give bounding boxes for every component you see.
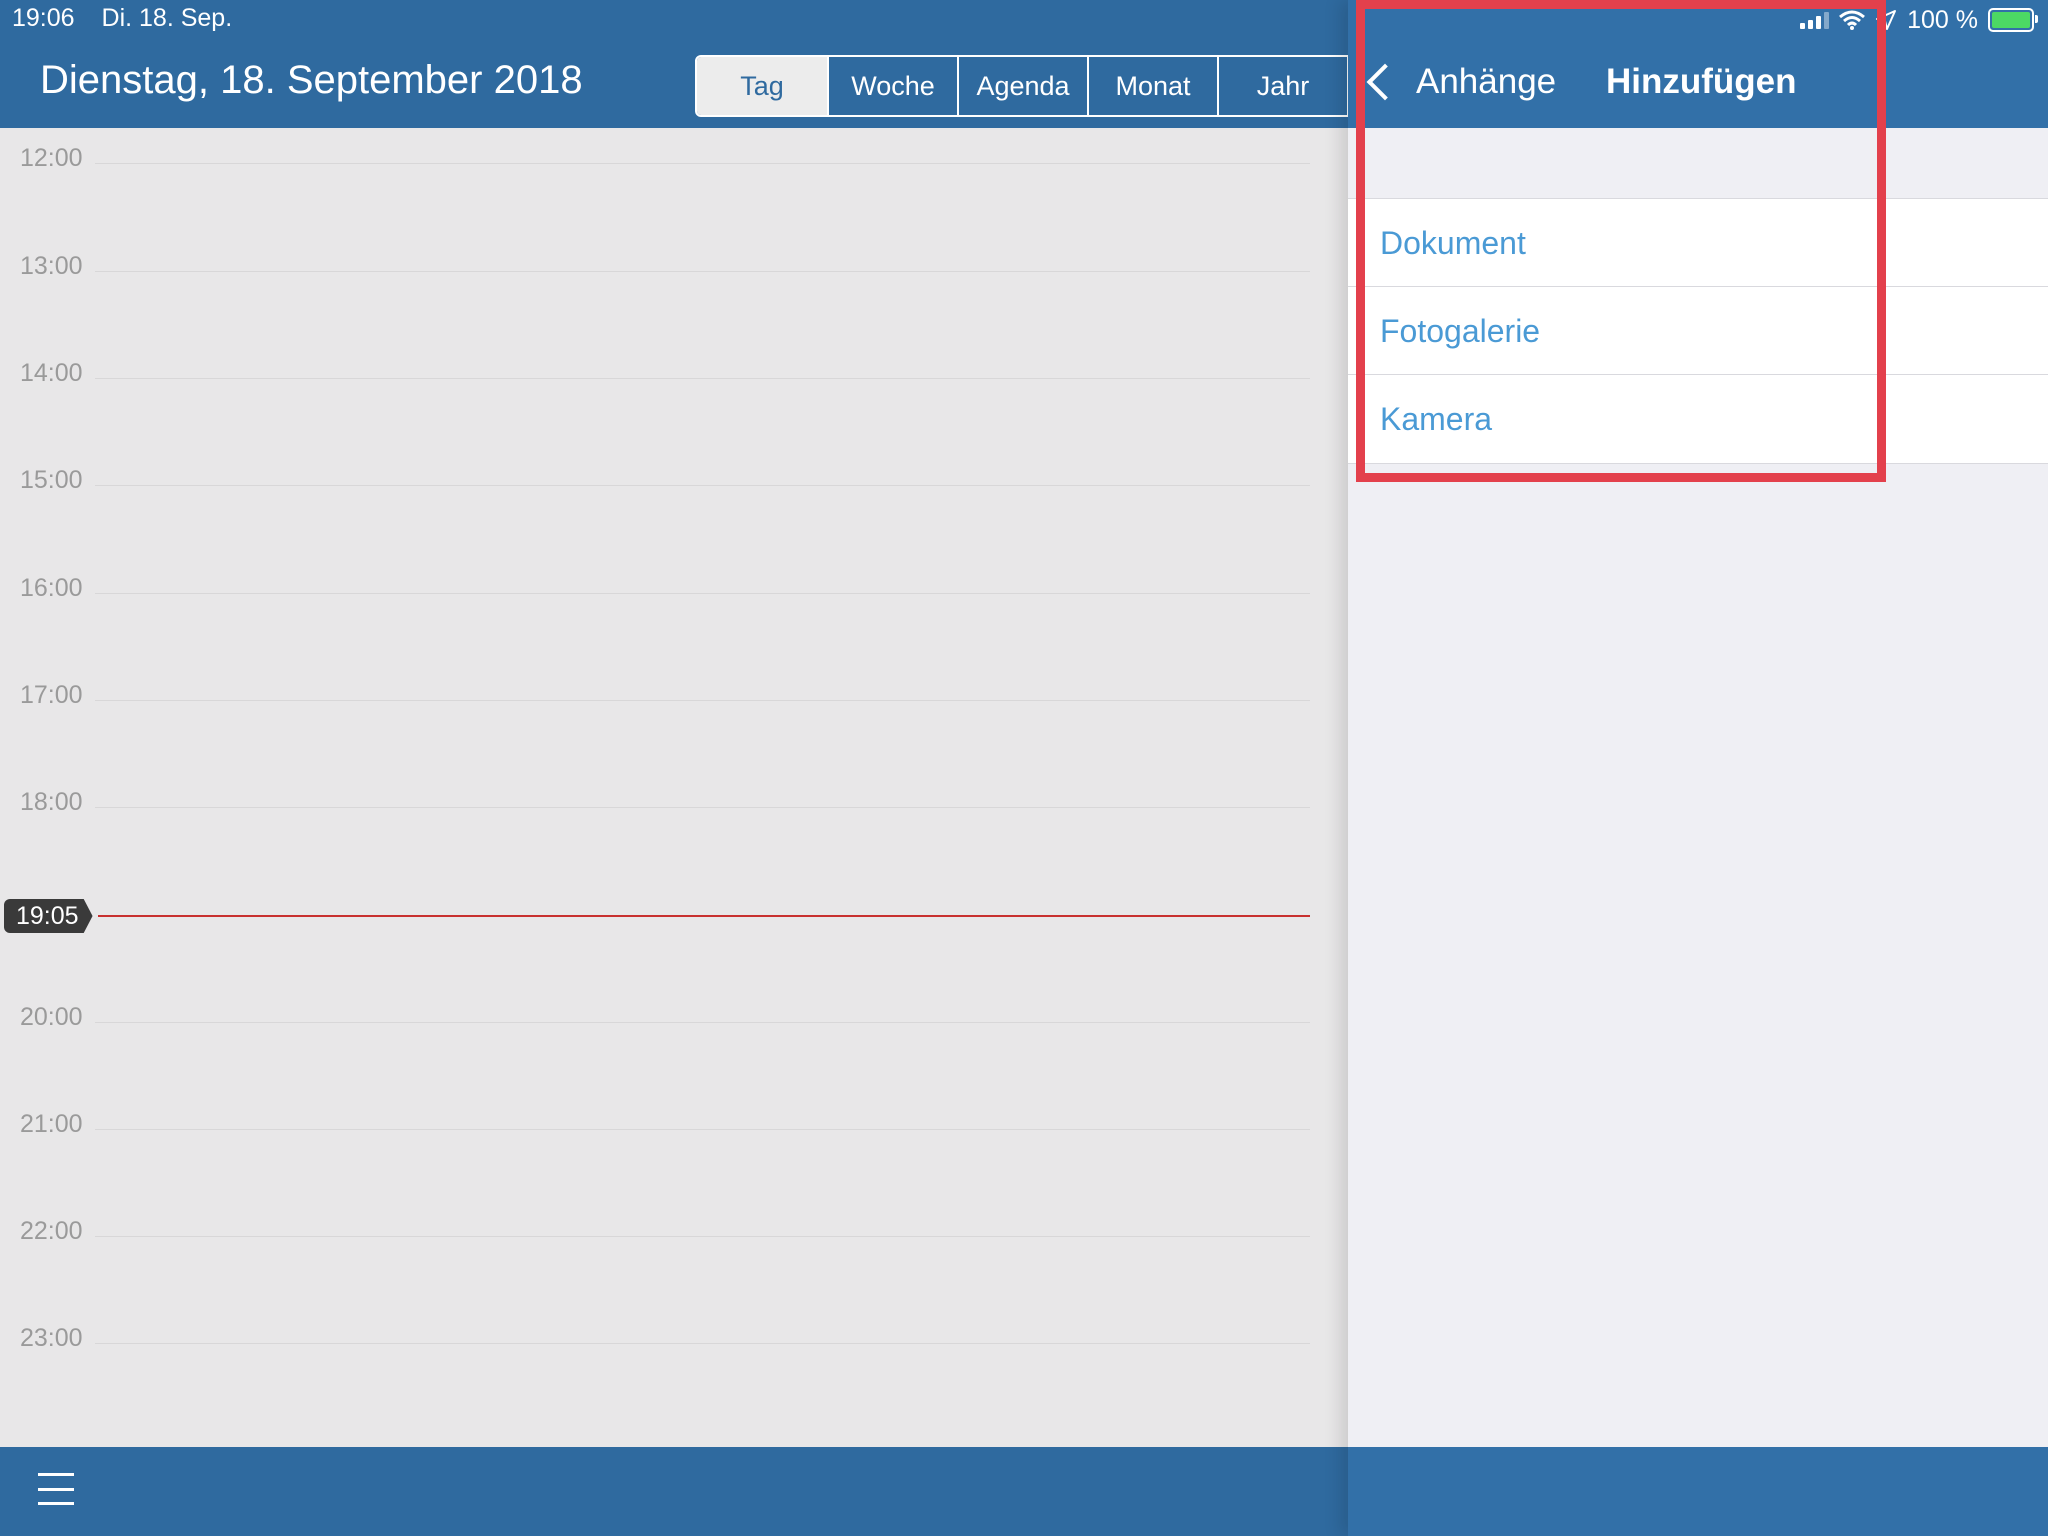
hour-row: 16:00 xyxy=(0,574,1310,602)
list-item-dokument[interactable]: Dokument xyxy=(1348,199,2048,287)
panel-bottom-toolbar xyxy=(1348,1447,2048,1536)
hour-label: 17:00 xyxy=(20,681,83,709)
list-item-fotogalerie[interactable]: Fotogalerie xyxy=(1348,287,2048,375)
hour-line xyxy=(95,1343,1310,1344)
hour-line xyxy=(95,163,1310,164)
tab-tag[interactable]: Tag xyxy=(697,57,827,115)
hour-line xyxy=(95,485,1310,486)
hour-row: 12:00 xyxy=(0,144,1310,172)
signal-icon xyxy=(1800,11,1830,29)
tab-woche[interactable]: Woche xyxy=(827,57,957,115)
hour-line xyxy=(95,593,1310,594)
wifi-icon xyxy=(1839,10,1866,30)
status-time: 19:06 xyxy=(12,4,75,32)
hour-label: 22:00 xyxy=(20,1217,83,1245)
hour-row: 18:00 xyxy=(0,788,1310,816)
status-bar-left: 19:06 Di. 18. Sep. xyxy=(12,4,252,33)
hour-row: 20:00 xyxy=(0,1003,1310,1031)
current-time-badge: 19:05 xyxy=(4,899,93,933)
hour-row: 21:00 xyxy=(0,1110,1310,1138)
list-item-kamera[interactable]: Kamera xyxy=(1348,375,2048,463)
hour-line xyxy=(95,700,1310,701)
hour-label: 13:00 xyxy=(20,252,83,280)
current-time-indicator: 19:05 xyxy=(0,899,1310,933)
view-switcher: Tag Woche Agenda Monat Jahr xyxy=(695,55,1349,117)
hour-label: 20:00 xyxy=(20,1003,83,1031)
back-button[interactable]: Anhänge xyxy=(1366,62,1556,102)
tab-monat[interactable]: Monat xyxy=(1087,57,1217,115)
hour-line xyxy=(95,1236,1310,1237)
hour-line xyxy=(95,807,1310,808)
attachment-source-list: Dokument Fotogalerie Kamera xyxy=(1348,198,2048,464)
day-view[interactable]: 12:00 13:00 14:00 15:00 16:00 17:00 18:0… xyxy=(0,128,1348,1447)
hour-label: 16:00 xyxy=(20,574,83,602)
hour-line xyxy=(95,1129,1310,1130)
back-button-label: Anhänge xyxy=(1416,62,1557,101)
hour-row: 15:00 xyxy=(0,466,1310,494)
page-title: Dienstag, 18. September 2018 xyxy=(40,58,583,102)
status-date: Di. 18. Sep. xyxy=(101,4,233,32)
menu-icon[interactable] xyxy=(38,1473,74,1505)
hour-line xyxy=(95,1022,1310,1023)
hour-row: 14:00 xyxy=(0,359,1310,387)
hour-label: 23:00 xyxy=(20,1324,83,1352)
hour-row: 22:00 xyxy=(0,1217,1310,1245)
tab-jahr[interactable]: Jahr xyxy=(1217,57,1347,115)
hour-label: 12:00 xyxy=(20,144,83,172)
hour-row: 13:00 xyxy=(0,252,1310,280)
hour-label: 15:00 xyxy=(20,466,83,494)
panel-title: Hinzufügen xyxy=(1606,62,1797,101)
battery-percentage: 100 % xyxy=(1907,5,1978,34)
hour-label: 14:00 xyxy=(20,359,83,387)
hour-row: 23:00 xyxy=(0,1324,1310,1352)
hour-line xyxy=(95,271,1310,272)
status-bar-right: 100 % xyxy=(1800,4,2038,36)
hour-line xyxy=(95,378,1310,379)
tab-agenda[interactable]: Agenda xyxy=(957,57,1087,115)
hour-label: 21:00 xyxy=(20,1110,83,1138)
hour-row: 17:00 xyxy=(0,681,1310,709)
current-time-line xyxy=(98,915,1310,917)
chevron-left-icon xyxy=(1366,63,1404,101)
battery-charging-icon xyxy=(1988,8,2038,32)
hour-label: 18:00 xyxy=(20,788,83,816)
location-icon xyxy=(1876,10,1897,30)
attachment-panel: Anhänge Hinzufügen Dokument Fotogalerie … xyxy=(1348,0,2048,1536)
